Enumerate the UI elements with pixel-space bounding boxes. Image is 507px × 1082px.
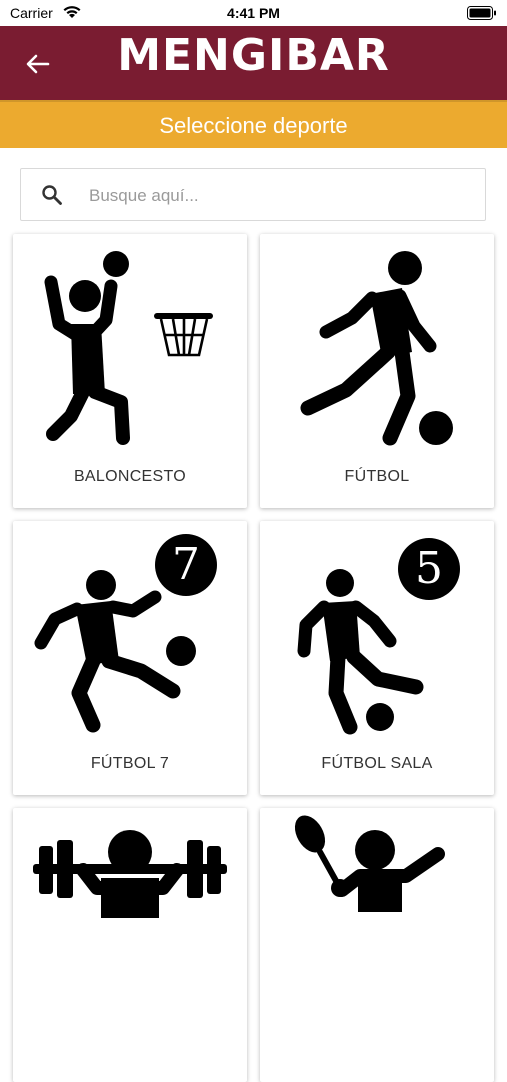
brand-logo: MENGIBAR <box>117 30 390 81</box>
battery-icon <box>467 6 496 20</box>
status-bar: Carrier 4:41 PM <box>0 0 507 26</box>
soccer-player-icon <box>300 251 453 446</box>
sport-card-baloncesto[interactable]: BALONCESTO <box>13 234 247 508</box>
sport-card-label: BALONCESTO <box>73 468 187 485</box>
players-count-badge: 5 <box>415 543 443 594</box>
sport-card-futbol-7[interactable]: FÚTBOL 7 7 <box>13 521 247 795</box>
clock: 4:41 PM <box>227 5 280 21</box>
app-header: MENGIBAR <box>0 26 507 100</box>
search-input[interactable] <box>87 177 471 215</box>
sport-card-weightlifting[interactable] <box>13 808 247 1082</box>
section-banner: Seleccione deporte <box>0 100 507 148</box>
search-icon <box>42 185 62 205</box>
sport-card-racket[interactable] <box>260 808 494 1082</box>
sport-card-label: FÚTBOL 7 <box>90 755 170 772</box>
sport-card-futbol[interactable]: FÚTBOL <box>260 234 494 508</box>
racket-sport-icon <box>294 815 445 912</box>
basketball-player-icon <box>44 251 213 445</box>
sport-card-label: FÚTBOL <box>344 468 410 485</box>
page-title: Seleccione deporte <box>159 113 348 138</box>
search-box[interactable] <box>20 168 486 221</box>
weightlifting-icon <box>33 830 227 918</box>
sport-card-label: FÚTBOL SALA <box>321 755 433 772</box>
sport-card-futbol-sala[interactable]: FÚTBOL SALA 5 <box>260 521 494 795</box>
players-count-badge: 7 <box>172 539 200 590</box>
